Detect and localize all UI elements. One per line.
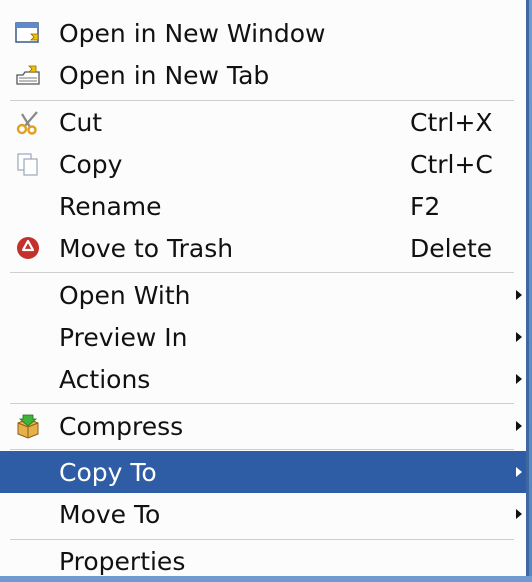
menu-item-open-with[interactable]: Open With bbox=[0, 274, 526, 316]
trash-icon bbox=[14, 234, 42, 262]
menu-item-move-to[interactable]: Move To bbox=[0, 493, 526, 535]
menu-item-label: Copy To bbox=[59, 457, 157, 487]
menu-item-label: Preview In bbox=[59, 322, 188, 352]
menu-item-open-in-new-tab[interactable]: Open in New Tab bbox=[0, 54, 526, 96]
shortcut-label: Ctrl+X bbox=[410, 107, 493, 137]
menu-item-label: Compress bbox=[59, 411, 184, 441]
menu-item-preview-in[interactable]: Preview In bbox=[0, 316, 526, 358]
menu-item-label: Copy bbox=[59, 149, 123, 179]
menu-item-label: Open in New Tab bbox=[59, 60, 270, 90]
menu-item-label: Properties bbox=[59, 546, 186, 576]
menu-item-copy-to[interactable]: Copy To bbox=[0, 451, 526, 493]
menu-item-label: Open With bbox=[59, 280, 191, 310]
menu-item-label: Actions bbox=[59, 364, 151, 394]
menu-separator bbox=[10, 272, 514, 273]
tab-icon bbox=[14, 61, 42, 89]
shortcut-label: Delete bbox=[410, 233, 493, 263]
submenu-arrow-icon bbox=[516, 467, 522, 477]
menu-item-compress[interactable]: Compress bbox=[0, 405, 526, 447]
submenu-arrow-icon bbox=[516, 374, 522, 384]
scissors-icon bbox=[14, 108, 42, 136]
submenu-arrow-icon bbox=[516, 509, 522, 519]
window-icon bbox=[14, 19, 42, 47]
submenu-arrow-icon bbox=[516, 421, 522, 431]
menu-item-label: Move To bbox=[59, 499, 161, 529]
compress-icon bbox=[14, 412, 42, 440]
menu-item-open-in-new-window[interactable]: Open in New Window bbox=[0, 12, 526, 54]
menu-item-rename[interactable]: Rename F2 bbox=[0, 185, 526, 227]
menu-item-label: Cut bbox=[59, 107, 103, 137]
copy-icon bbox=[14, 150, 42, 178]
menu-item-label: Rename bbox=[59, 191, 162, 221]
shortcut-label: Ctrl+C bbox=[410, 149, 493, 179]
menu-item-cut[interactable]: Cut Ctrl+X bbox=[0, 101, 526, 143]
shortcut-label: F2 bbox=[410, 191, 441, 221]
context-menu: Open in New Window Open in New Tab Cut C… bbox=[0, 0, 529, 576]
menu-item-move-to-trash[interactable]: Move to Trash Delete bbox=[0, 227, 526, 269]
menu-separator bbox=[10, 403, 514, 404]
menu-item-actions[interactable]: Actions bbox=[0, 358, 526, 400]
menu-item-copy[interactable]: Copy Ctrl+C bbox=[0, 143, 526, 185]
menu-separator bbox=[10, 449, 514, 450]
menu-item-label: Open in New Window bbox=[59, 18, 326, 48]
submenu-arrow-icon bbox=[516, 290, 522, 300]
menu-item-label: Move to Trash bbox=[59, 233, 234, 263]
submenu-arrow-icon bbox=[516, 332, 522, 342]
